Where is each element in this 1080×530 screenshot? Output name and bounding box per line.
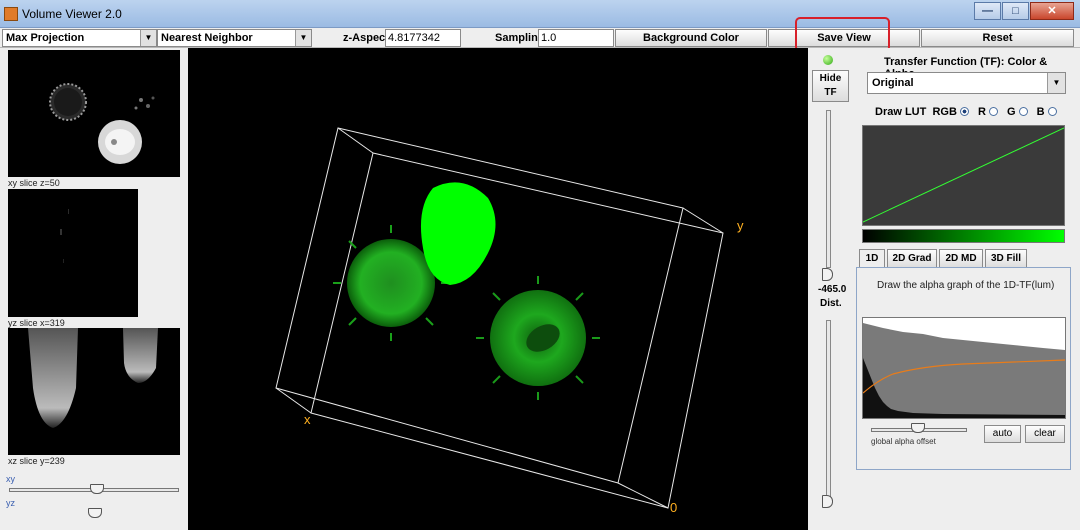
maximize-button[interactable]: □ xyxy=(1002,2,1029,20)
draw-lut-label: Draw LUT xyxy=(875,106,927,118)
r-radio[interactable] xyxy=(988,107,998,116)
hide-tf-label-line1: Hide xyxy=(819,73,842,84)
hide-tf-label-line2: TF xyxy=(824,87,837,98)
sampling-input[interactable]: 1.0 xyxy=(538,29,614,47)
distance-value: -465.0 xyxy=(818,284,847,295)
hide-tf-button[interactable]: Hide TF xyxy=(812,70,849,102)
minimize-button[interactable]: — xyxy=(974,2,1001,20)
axis-origin-label: 0 xyxy=(670,500,678,515)
lower-slider-knob[interactable] xyxy=(822,495,833,508)
reset-button[interactable]: Reset xyxy=(921,29,1074,47)
toolbar: Max Projection ▼ Nearest Neighbor ▼ z-As… xyxy=(0,28,1080,48)
bright-blob xyxy=(420,182,496,285)
z-aspect-input[interactable]: 4.8177342 xyxy=(385,29,461,47)
g-label: G xyxy=(1007,106,1016,118)
interpolation-value: Nearest Neighbor xyxy=(161,32,253,44)
tab-1d[interactable]: 1D xyxy=(859,249,885,268)
xy-slice-image[interactable] xyxy=(8,50,180,177)
lut-curve xyxy=(862,127,1065,223)
distance-slider-track-lower[interactable] xyxy=(826,320,831,500)
distance-slider-knob[interactable] xyxy=(822,268,833,281)
axis-x-label: x xyxy=(304,412,311,427)
xy-slider-knob[interactable] xyxy=(90,484,105,494)
volume-viewer[interactable]: y x 0 xyxy=(188,48,808,530)
rgb-label: RGB xyxy=(932,106,957,118)
lut-color-bar xyxy=(862,229,1065,243)
projection-value: Max Projection xyxy=(6,32,85,44)
tab-panel-1d: Draw the alpha graph of the 1D-TF(lum) g… xyxy=(856,267,1071,470)
background-color-button[interactable]: Background Color xyxy=(615,29,767,47)
transfer-function-panel: Hide TF -465.0 Dist. Transfer Function (… xyxy=(808,48,1080,530)
r-label: R xyxy=(977,106,986,118)
b-radio[interactable] xyxy=(1047,107,1057,116)
alpha-graph[interactable] xyxy=(862,317,1066,419)
volume-render xyxy=(275,127,724,509)
interpolation-select[interactable]: Nearest Neighbor ▼ xyxy=(157,29,312,47)
global-alpha-offset-label: global alpha offset xyxy=(871,437,936,446)
axis-y-label: y xyxy=(737,218,744,233)
chevron-down-icon: ▼ xyxy=(295,30,311,46)
spiky-cell-right xyxy=(476,276,600,400)
rgb-radio[interactable] xyxy=(959,107,969,116)
tf-tabs: 1D 2D Grad 2D MD 3D Fill xyxy=(859,249,1029,268)
chevron-down-icon: ▼ xyxy=(1047,73,1065,93)
global-alpha-knob[interactable] xyxy=(911,423,925,433)
tf-mode-value: Original xyxy=(872,77,914,89)
slice-panel: xy slice z=50 yz slice x=319 xz slice y=… xyxy=(0,48,188,530)
auto-button[interactable]: auto xyxy=(984,425,1021,443)
app-icon xyxy=(4,7,18,21)
xy-slice-graphic xyxy=(49,83,155,164)
chevron-down-icon: ▼ xyxy=(140,30,156,46)
tf-mode-select[interactable]: Original ▼ xyxy=(867,72,1066,94)
distance-slider-track-upper[interactable] xyxy=(826,110,831,268)
yz-slice-label: yz slice x=319 xyxy=(8,318,65,328)
xz-slice-image[interactable] xyxy=(8,328,180,455)
xy-slider-label: xy xyxy=(6,474,15,484)
draw-lut-row: Draw LUT RGB R G B xyxy=(875,106,1063,118)
yz-slider-label: yz xyxy=(6,498,15,508)
close-button[interactable]: ✕ xyxy=(1030,2,1074,20)
window-title: Volume Viewer 2.0 xyxy=(22,7,122,21)
xy-slice-label: xy slice z=50 xyxy=(8,178,60,188)
title-bar: Volume Viewer 2.0 — □ ✕ xyxy=(0,0,1080,28)
yz-slider-knob[interactable] xyxy=(88,508,102,518)
tab-2d-grad[interactable]: 2D Grad xyxy=(887,249,937,268)
lut-graph[interactable] xyxy=(862,125,1065,226)
yz-slice-image[interactable] xyxy=(8,189,138,317)
alpha-histogram xyxy=(863,323,1065,418)
g-radio[interactable] xyxy=(1018,107,1028,116)
tab-3d-fill[interactable]: 3D Fill xyxy=(985,249,1027,268)
xz-slice-graphic xyxy=(28,328,158,428)
clear-button[interactable]: clear xyxy=(1025,425,1065,443)
distance-label: Dist. xyxy=(820,298,842,309)
b-label: B xyxy=(1036,106,1045,118)
yz-slice-graphic xyxy=(60,209,69,263)
save-view-highlight xyxy=(795,17,890,52)
tab-description: Draw the alpha graph of the 1D-TF(lum) xyxy=(877,280,1055,291)
tab-2d-md[interactable]: 2D MD xyxy=(939,249,983,268)
projection-select[interactable]: Max Projection ▼ xyxy=(2,29,157,47)
window-controls: — □ ✕ xyxy=(974,2,1074,20)
status-led-icon xyxy=(823,55,833,65)
xz-slice-label: xz slice y=239 xyxy=(8,456,65,466)
